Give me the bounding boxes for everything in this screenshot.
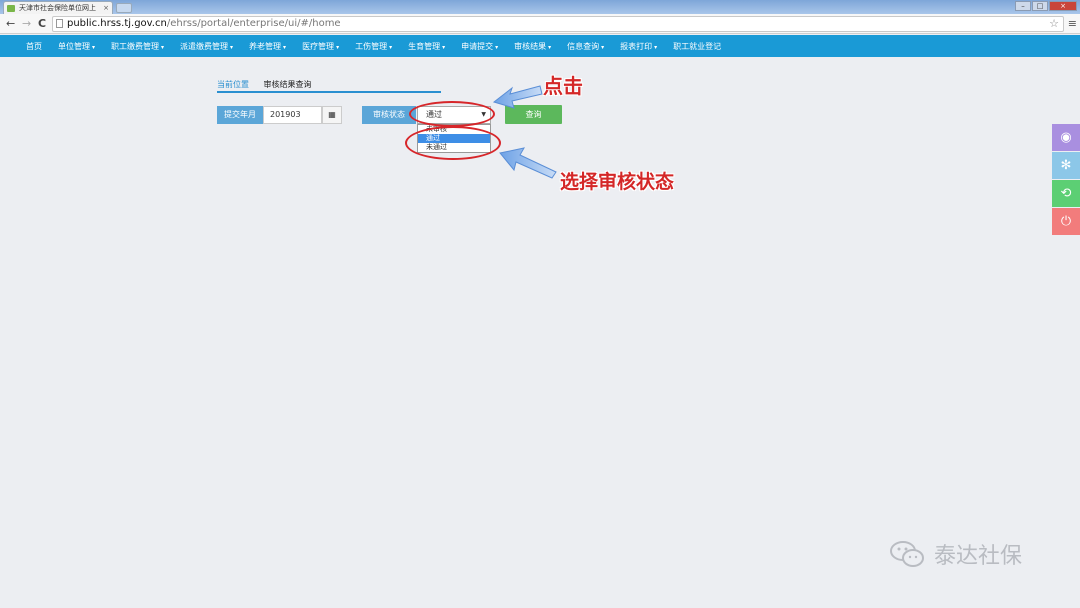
nav-item[interactable]: 医疗管理 ▾ xyxy=(302,41,339,52)
minimize-button[interactable]: – xyxy=(1015,1,1031,11)
annotation-ellipse-options xyxy=(405,126,501,160)
breadcrumb: 当前位置 审核结果查询 xyxy=(217,79,312,90)
chevron-down-icon: ▾ xyxy=(283,43,287,51)
page-icon xyxy=(56,19,63,28)
nav-item-label: 养老管理 xyxy=(249,41,282,51)
chevron-down-icon: ▾ xyxy=(654,43,658,51)
calendar-icon[interactable]: ▦ xyxy=(322,106,342,124)
wechat-icon xyxy=(890,541,924,567)
chevron-down-icon: ▾ xyxy=(442,43,446,51)
nav-item-label: 工伤管理 xyxy=(355,41,388,51)
nav-item[interactable]: 信息查询 ▾ xyxy=(567,41,604,52)
watermark-text: 泰达社保 xyxy=(934,544,1023,569)
nav-item[interactable]: 职工缴费管理 ▾ xyxy=(111,41,164,52)
tab-close-icon[interactable]: × xyxy=(103,2,109,14)
nav-item[interactable]: 申请提交 ▾ xyxy=(461,41,498,52)
tab-title: 天津市社会保险单位网上 xyxy=(19,4,96,12)
submit-month-input[interactable]: 201903 xyxy=(263,106,322,124)
chevron-down-icon: ▾ xyxy=(548,43,552,51)
breadcrumb-underline xyxy=(217,91,441,93)
forward-button[interactable]: → xyxy=(22,17,31,31)
nav-item-label: 生育管理 xyxy=(408,41,441,51)
nav-item-label: 单位管理 xyxy=(58,41,90,51)
power-icon[interactable]: ⏻ xyxy=(1052,208,1080,235)
chevron-down-icon: ▾ xyxy=(336,43,340,51)
favicon-icon xyxy=(7,5,15,12)
main-nav: 首页 单位管理 ▾ 职工缴费管理 ▾ 派遣缴费管理 ▾ 养老管理 ▾ 医疗管理 ▾ 工伤管理 ▾ 生育管理… xyxy=(0,35,1080,57)
status-label: 审核状态 xyxy=(362,106,416,124)
nav-item-label: 信息查询 xyxy=(567,41,600,51)
bookmark-star-icon[interactable]: ☆ xyxy=(1049,17,1059,31)
nav-item[interactable]: 派遣缴费管理 ▾ xyxy=(180,41,233,52)
new-tab-button[interactable] xyxy=(116,3,132,13)
nav-item-label: 职工就业登记 xyxy=(673,41,722,51)
tree-icon[interactable]: ✻ xyxy=(1052,152,1080,179)
breadcrumb-page: 审核结果查询 xyxy=(263,80,312,89)
reload-button[interactable]: C xyxy=(38,17,46,31)
nav-item[interactable]: 报表打印 ▾ xyxy=(620,41,657,52)
chevron-down-icon: ▾ xyxy=(161,43,165,51)
url-host: public.hrss.tj.gov.cn xyxy=(67,18,167,29)
browser-titlebar: 天津市社会保险单位网上 × – □ × xyxy=(0,0,1080,14)
annotation-ellipse-select xyxy=(409,101,495,127)
url-path: /ehrss/portal/enterprise/ui/#/home xyxy=(166,18,341,29)
close-window-button[interactable]: × xyxy=(1049,1,1077,11)
breadcrumb-current-label: 当前位置 xyxy=(217,80,249,89)
browser-menu-icon[interactable]: ≡ xyxy=(1068,17,1077,30)
chevron-down-icon: ▾ xyxy=(230,43,234,51)
browser-tab[interactable]: 天津市社会保险单位网上 × xyxy=(3,1,113,14)
chevron-down-icon: ▾ xyxy=(495,43,499,51)
back-button[interactable]: ← xyxy=(6,17,15,31)
nav-item-label: 申请提交 xyxy=(461,41,494,51)
nav-item[interactable]: 单位管理 ▾ xyxy=(58,41,95,52)
nav-item[interactable]: 养老管理 ▾ xyxy=(249,41,286,52)
nav-item-label: 审核结果 xyxy=(514,41,547,51)
query-button[interactable]: 查询 xyxy=(505,105,562,124)
nav-item-label: 首页 xyxy=(26,41,42,51)
annotation-arrow-select xyxy=(499,147,557,179)
watermark: 泰达社保 xyxy=(890,538,1022,570)
nav-item-label: 职工缴费管理 xyxy=(111,41,160,51)
chevron-down-icon: ▾ xyxy=(601,43,605,51)
nav-item[interactable]: 审核结果 ▾ xyxy=(514,41,551,52)
address-bar[interactable]: public.hrss.tj.gov.cn/ehrss/portal/enter… xyxy=(52,16,1064,32)
nav-item[interactable]: 职工就业登记 xyxy=(673,41,721,52)
nav-item[interactable]: 生育管理 ▾ xyxy=(408,41,445,52)
chevron-down-icon: ▾ xyxy=(92,43,96,51)
maximize-button[interactable]: □ xyxy=(1032,1,1048,11)
nav-item-label: 医疗管理 xyxy=(302,41,335,51)
refresh-icon[interactable]: ⟲ xyxy=(1052,180,1080,207)
submit-month-label: 提交年月 xyxy=(217,106,263,124)
nav-item[interactable]: 首页 xyxy=(26,41,42,52)
nav-item-label: 派遣缴费管理 xyxy=(180,41,229,51)
window-controls: – □ × xyxy=(1015,1,1077,11)
status-label-text: 审核状态 xyxy=(373,110,405,119)
nav-item[interactable]: 工伤管理 ▾ xyxy=(355,41,392,52)
annotation-click-text: 点击 xyxy=(543,74,583,98)
chevron-down-icon: ▾ xyxy=(389,43,393,51)
nav-item-label: 报表打印 xyxy=(620,41,653,51)
annotation-select-text: 选择审核状态 xyxy=(560,171,675,193)
annotation-arrows xyxy=(492,85,557,179)
browser-toolbar: ← → C public.hrss.tj.gov.cn/ehrss/portal… xyxy=(0,14,1080,34)
eye-icon[interactable]: ◉ xyxy=(1052,124,1080,151)
